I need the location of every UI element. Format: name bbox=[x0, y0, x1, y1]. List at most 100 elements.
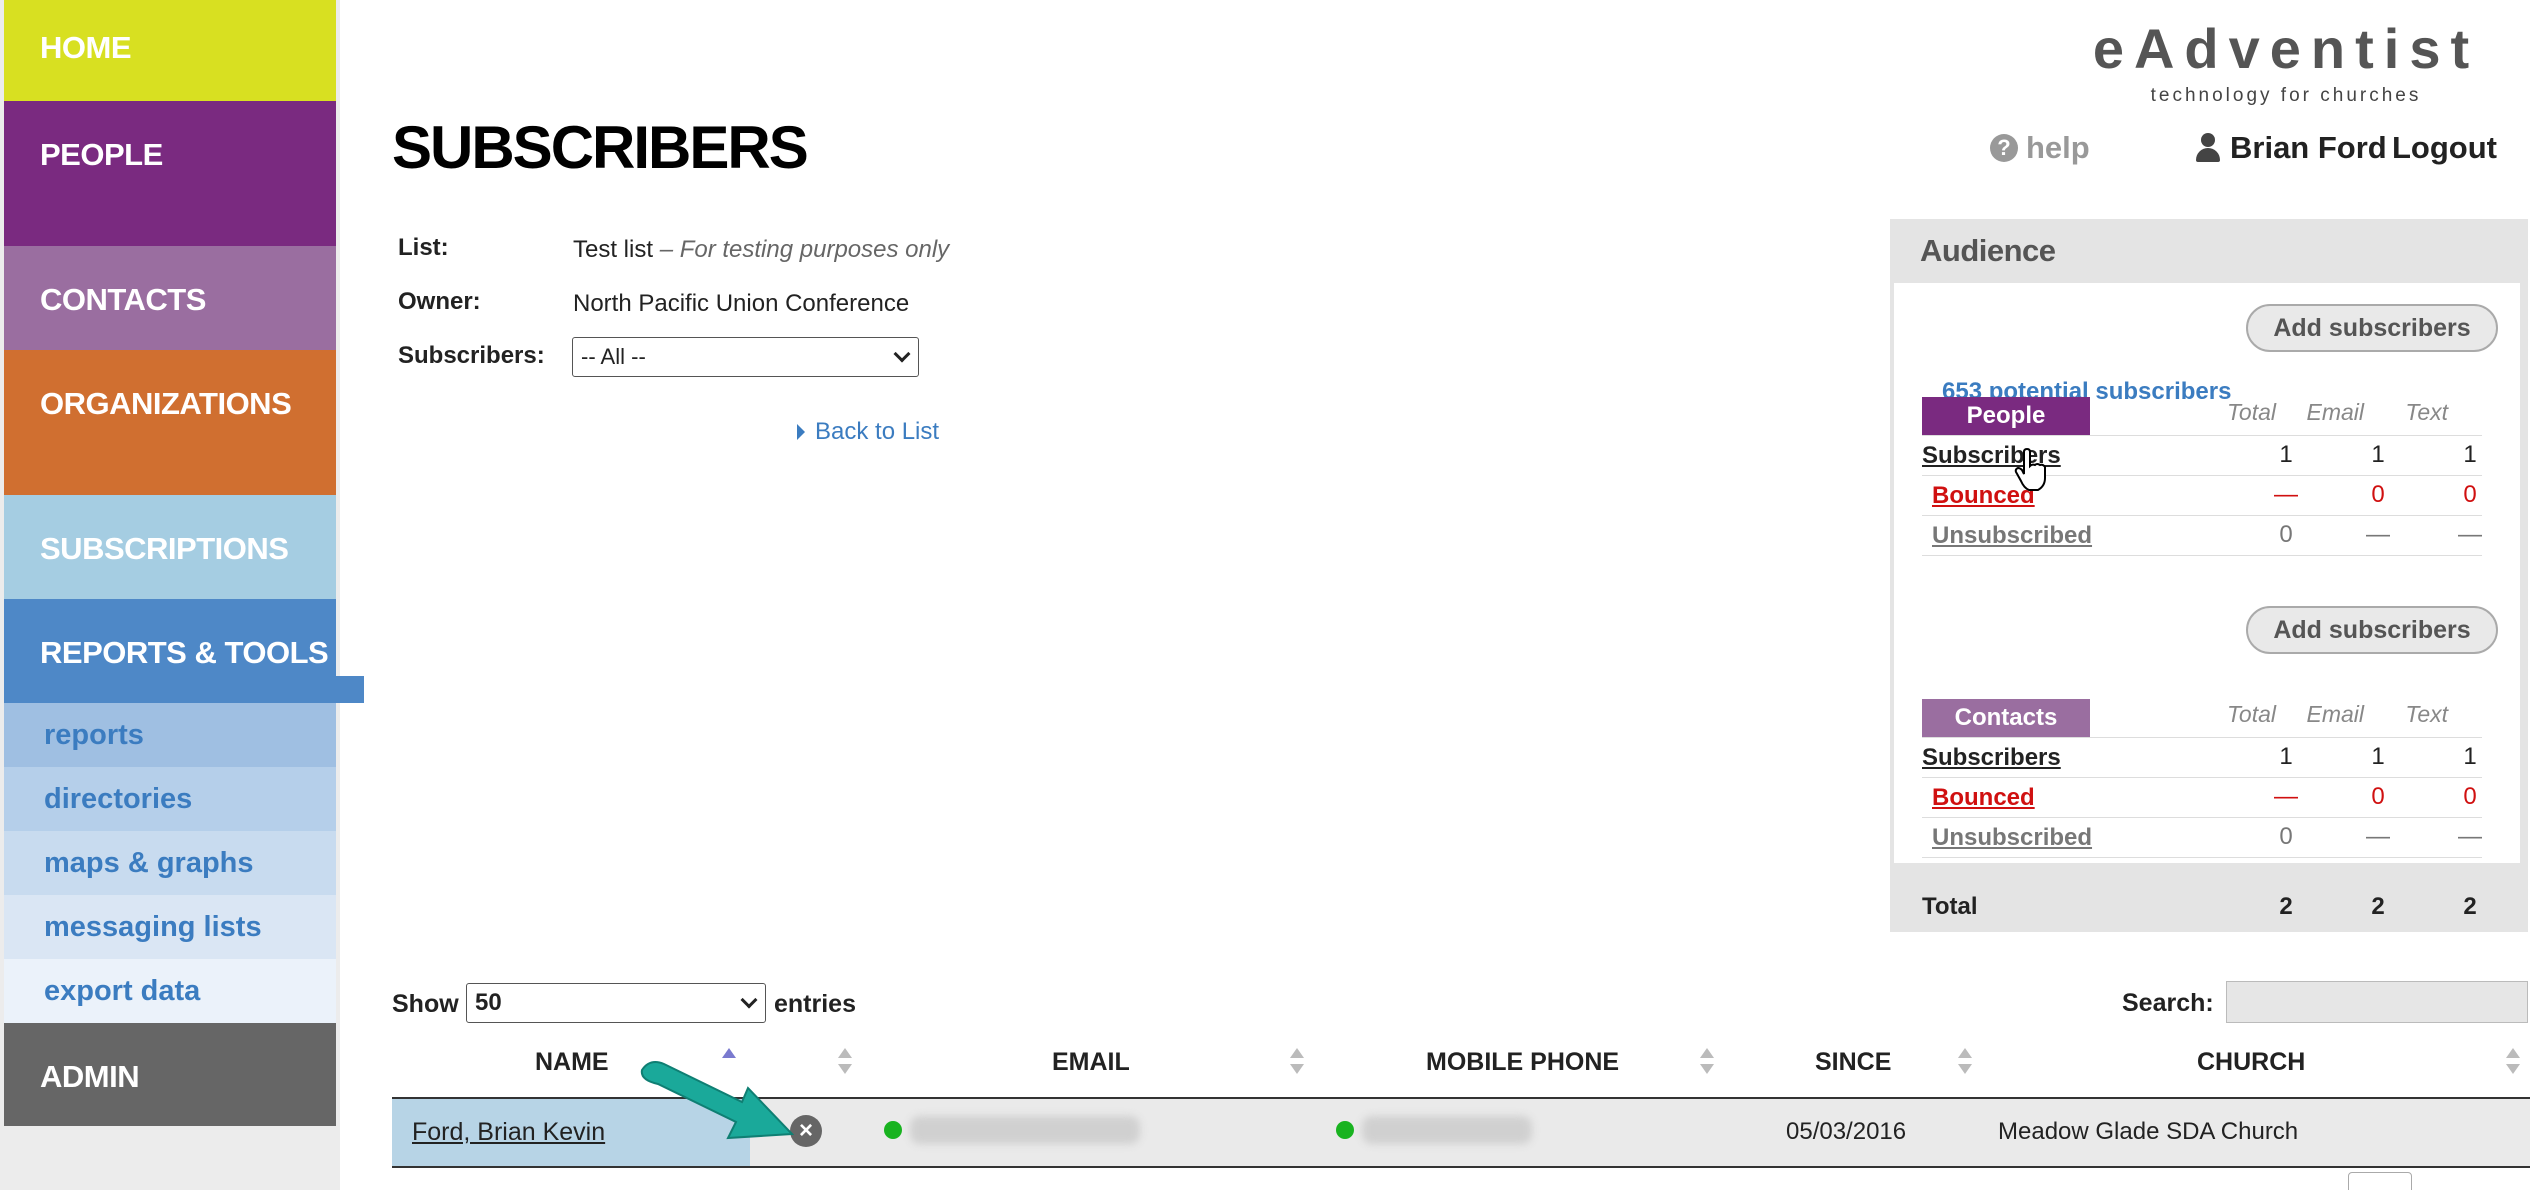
divider bbox=[1922, 435, 2482, 436]
sidebar: HOME PEOPLE CONTACTS ORGANIZATIONS SUBSC… bbox=[0, 0, 364, 1190]
sort-icon[interactable] bbox=[1700, 1046, 1714, 1076]
sort-icon[interactable] bbox=[1958, 1046, 1972, 1076]
column-header-name[interactable]: NAME bbox=[535, 1048, 609, 1077]
divider bbox=[1922, 475, 2482, 476]
people-unsubscribed-link[interactable]: Unsubscribed bbox=[1932, 522, 2092, 550]
nav-organizations-label: ORGANIZATIONS bbox=[40, 386, 292, 421]
subnav-directories[interactable]: directories bbox=[4, 767, 336, 831]
nav-home[interactable]: HOME bbox=[4, 0, 336, 101]
sort-icon[interactable] bbox=[2506, 1046, 2520, 1076]
sort-icon[interactable] bbox=[838, 1046, 852, 1076]
contacts-unsubscribed-link[interactable]: Unsubscribed bbox=[1932, 824, 2092, 852]
nav-reports-tools-label: REPORTS & TOOLS bbox=[40, 635, 329, 670]
list-name: Test list bbox=[573, 236, 654, 263]
col-total-header: Total bbox=[2226, 399, 2276, 425]
subscribers-filter-select[interactable]: -- All -- bbox=[572, 337, 919, 377]
subscriber-name-link[interactable]: Ford, Brian Kevin bbox=[412, 1118, 605, 1147]
audience-total-bar bbox=[1890, 884, 2528, 932]
hand-cursor-icon bbox=[2014, 448, 2046, 491]
back-to-list-label: Back to List bbox=[815, 418, 940, 445]
divider bbox=[1922, 857, 2482, 858]
people-unsubscribed-total: 0 bbox=[2279, 521, 2293, 548]
entries-label: entries bbox=[774, 990, 856, 1018]
nav-admin[interactable]: ADMIN bbox=[4, 1023, 336, 1126]
nav-reports-tools[interactable]: REPORTS & TOOLS bbox=[4, 599, 336, 703]
divider bbox=[1922, 555, 2482, 556]
contacts-unsubscribed-total: 0 bbox=[2279, 823, 2293, 850]
nav-active-indicator bbox=[336, 676, 364, 703]
nav-contacts-label: CONTACTS bbox=[40, 282, 206, 317]
people-subscribers-text: 1 bbox=[2463, 441, 2477, 468]
help-label: help bbox=[2026, 130, 2090, 165]
contacts-subscribers-total: 1 bbox=[2279, 743, 2293, 770]
page-size-select[interactable]: 50 bbox=[466, 983, 766, 1023]
annotation-arrow-icon bbox=[640, 1061, 795, 1140]
col-text-header: Text bbox=[2405, 701, 2448, 727]
nav-admin-label: ADMIN bbox=[40, 1059, 140, 1094]
show-label: Show bbox=[392, 990, 459, 1018]
people-bounced-total: — bbox=[2274, 481, 2298, 508]
audience-total-email: 2 bbox=[2371, 893, 2385, 920]
audience-total-total: 2 bbox=[2279, 893, 2293, 920]
subscribers-filter-label: Subscribers: bbox=[398, 342, 545, 369]
contacts-unsubscribed-text: — bbox=[2458, 823, 2482, 850]
phone-status-dot bbox=[1336, 1121, 1354, 1139]
help-link[interactable]: ? help bbox=[1990, 130, 2090, 166]
column-header-mobile-phone[interactable]: MOBILE PHONE bbox=[1426, 1048, 1619, 1077]
people-subscribers-total: 1 bbox=[2279, 441, 2293, 468]
nav-subscriptions-label: SUBSCRIPTIONS bbox=[40, 531, 289, 566]
contacts-bounced-link[interactable]: Bounced bbox=[1932, 784, 2035, 812]
add-subscribers-contacts-button[interactable]: Add subscribers bbox=[2246, 606, 2498, 654]
logout-link[interactable]: Logout bbox=[2392, 130, 2497, 166]
nav-subscriptions[interactable]: SUBSCRIPTIONS bbox=[4, 495, 336, 599]
back-to-list-link[interactable]: Back to List bbox=[797, 418, 939, 446]
user-link[interactable]: Brian Ford bbox=[2196, 130, 2387, 166]
contacts-bounced-email: 0 bbox=[2371, 783, 2385, 810]
people-bounced-text: 0 bbox=[2463, 481, 2477, 508]
column-header-email[interactable]: EMAIL bbox=[1052, 1048, 1130, 1077]
chevron-down-icon bbox=[740, 991, 758, 1009]
people-bounced-email: 0 bbox=[2371, 481, 2385, 508]
email-redacted bbox=[910, 1116, 1140, 1144]
nav-people-label: PEOPLE bbox=[40, 137, 163, 172]
contacts-bounced-text: 0 bbox=[2463, 783, 2477, 810]
audience-body: 653 potential subscribers bbox=[1894, 283, 2520, 863]
sort-icon[interactable] bbox=[1290, 1046, 1304, 1076]
divider bbox=[1922, 737, 2482, 738]
audience-total-label: Total bbox=[1922, 893, 1978, 920]
logo-tagline: technology for churches bbox=[2150, 85, 2422, 106]
list-value: Test list – For testing purposes only bbox=[573, 236, 949, 264]
contacts-unsubscribed-email: — bbox=[2366, 823, 2390, 850]
column-header-church[interactable]: CHURCH bbox=[2197, 1048, 2305, 1077]
divider bbox=[1922, 515, 2482, 516]
list-description: – For testing purposes only bbox=[659, 236, 950, 263]
logo-text: eAdventist bbox=[2092, 17, 2480, 80]
nav-organizations[interactable]: ORGANIZATIONS bbox=[4, 350, 336, 495]
contacts-subscribers-link[interactable]: Subscribers bbox=[1922, 744, 2061, 772]
subnav-messaging-lists[interactable]: messaging lists bbox=[4, 895, 336, 959]
logo[interactable]: eAdventist technology for churches bbox=[2086, 16, 2486, 107]
column-header-since[interactable]: SINCE bbox=[1815, 1048, 1891, 1077]
col-total-header: Total bbox=[2226, 701, 2276, 727]
contacts-subscribers-email: 1 bbox=[2371, 743, 2385, 770]
owner-label: Owner: bbox=[398, 288, 481, 315]
owner-value: North Pacific Union Conference bbox=[573, 290, 910, 317]
nav-people[interactable]: PEOPLE bbox=[4, 101, 336, 246]
user-name: Brian Ford bbox=[2230, 130, 2387, 165]
subscribers-filter-value: -- All -- bbox=[581, 344, 646, 369]
caret-right-icon bbox=[797, 424, 805, 440]
add-subscribers-people-button[interactable]: Add subscribers bbox=[2246, 304, 2498, 352]
subnav-export-data[interactable]: export data bbox=[4, 959, 336, 1023]
col-email-header: Email bbox=[2306, 399, 2364, 425]
page-title: SUBSCRIBERS bbox=[392, 114, 809, 181]
list-label: List: bbox=[398, 234, 449, 261]
nav-contacts[interactable]: CONTACTS bbox=[4, 246, 336, 350]
subnav-reports[interactable]: reports bbox=[4, 703, 336, 767]
pagination-button[interactable] bbox=[2348, 1172, 2412, 1190]
email-status-dot bbox=[884, 1121, 902, 1139]
phone-redacted bbox=[1362, 1116, 1532, 1144]
search-input[interactable] bbox=[2226, 981, 2528, 1023]
subnav-maps-graphs[interactable]: maps & graphs bbox=[4, 831, 336, 895]
contacts-group-badge: Contacts bbox=[1922, 699, 2090, 737]
contacts-bounced-total: — bbox=[2274, 783, 2298, 810]
